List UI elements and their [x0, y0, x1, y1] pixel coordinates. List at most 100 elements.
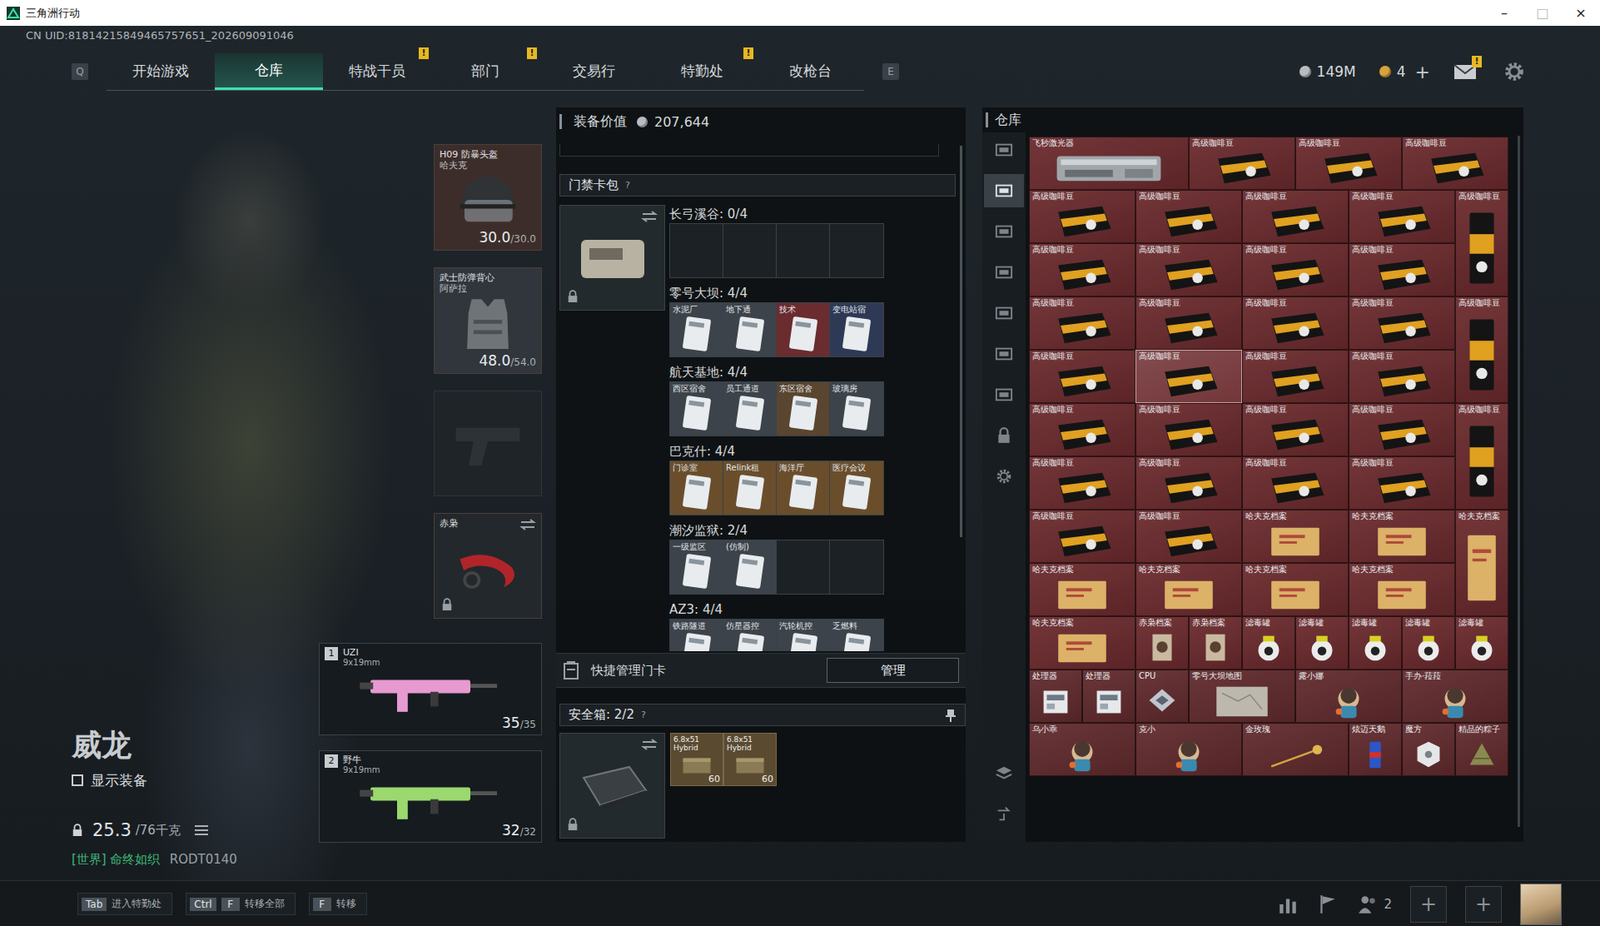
stash-item[interactable]: 处理器 [1082, 669, 1136, 723]
keycard-holder[interactable] [559, 204, 666, 311]
stash-item[interactable]: 高级咖啡豆 [1135, 296, 1243, 350]
stash-item[interactable]: 高级咖啡豆 [1455, 402, 1509, 510]
stash-item[interactable]: 哈夫克档案 [1348, 562, 1456, 617]
stats-chart-icon[interactable] [1277, 893, 1299, 915]
nav-tab[interactable]: 开始游戏 [106, 53, 215, 90]
stash-item[interactable]: 滤毒罐 [1242, 616, 1296, 670]
stash-item[interactable]: CPU [1135, 669, 1189, 723]
stash-tab[interactable] [983, 459, 1024, 493]
stash-item[interactable]: 高级咖啡豆 [1348, 402, 1456, 457]
nav-tab[interactable]: 改枪台 [755, 53, 865, 90]
keycard-slot[interactable]: 乏燃料 [829, 619, 884, 651]
stash-item[interactable]: 滤毒罐 [1401, 616, 1456, 670]
stash-item[interactable]: 精品的粽子 [1455, 722, 1509, 776]
stash-tab[interactable] [983, 255, 1024, 289]
stash-item[interactable]: 高级咖啡豆 [1348, 349, 1456, 403]
stash-item[interactable]: 零号大坝地图 [1188, 669, 1296, 723]
keycard-slot[interactable]: (仿制) [723, 540, 777, 594]
player-avatar[interactable] [1520, 883, 1562, 925]
settings-gear-icon[interactable] [1503, 60, 1526, 83]
stash-tab[interactable] [983, 377, 1024, 412]
keycard-slot[interactable]: 仿星器控 [723, 619, 777, 651]
mail-button[interactable]: ! [1453, 60, 1481, 83]
stash-item[interactable]: 高级咖啡豆 [1028, 456, 1136, 510]
keycard-slot[interactable]: 铁路隧道 [670, 619, 724, 651]
flag-icon[interactable] [1316, 893, 1339, 915]
stash-item[interactable]: 高级咖啡豆 [1242, 189, 1349, 244]
stash-tab[interactable] [983, 296, 1024, 330]
keycard-slot[interactable]: 海洋厅 [776, 461, 830, 515]
stash-item[interactable]: 高级咖啡豆 [1028, 189, 1136, 244]
weapon-slot[interactable]: 2野牛9x19mm32/32 [318, 750, 542, 843]
stash-item[interactable]: 处理器 [1028, 669, 1083, 723]
stash-item[interactable]: 乌小乖 [1028, 722, 1136, 776]
gear-slot[interactable] [433, 390, 542, 497]
stash-item[interactable]: 金玫瑰 [1242, 722, 1349, 776]
stash-item[interactable]: 高级咖啡豆 [1242, 243, 1349, 297]
keycard-slot[interactable] [723, 223, 777, 278]
squad-button[interactable]: 2 [1356, 893, 1392, 915]
key-hint[interactable]: F转移 [308, 892, 368, 915]
nav-tab[interactable]: !特勤处 [647, 53, 756, 90]
stash-item[interactable]: 哈夫克档案 [1028, 616, 1136, 670]
weapon-slot[interactable]: 1UZI9x19mm35/35 [318, 642, 542, 736]
key-hint[interactable]: CtrlF转移全部 [185, 892, 295, 915]
gear-slot[interactable]: H09 防暴头盔哈夫克30.0/30.0 [433, 144, 542, 251]
ammo-item[interactable]: 6.8x51 Hybrid60 [723, 732, 777, 786]
keycard-slot[interactable]: 医疗会议 [829, 461, 884, 515]
stash-item[interactable]: 高级咖啡豆 [1135, 189, 1243, 244]
stash-item[interactable]: 滤毒罐 [1295, 616, 1349, 670]
keycard-slot[interactable]: 西区宿舍 [670, 382, 724, 436]
stash-item[interactable]: 高级咖啡豆 [1348, 456, 1456, 510]
nav-tab[interactable]: 交易行 [539, 53, 648, 90]
keycard-scroll[interactable]: 门禁卡包?长弓溪谷: 0/4零号大坝: 4/4水泥厂地下通技术变电站宿航天基地:… [556, 135, 966, 651]
stash-item[interactable]: 高级咖啡豆 [1401, 136, 1509, 190]
swap-icon[interactable] [640, 738, 658, 751]
stash-item[interactable]: 高级咖啡豆 [1455, 296, 1509, 403]
keycard-slot[interactable] [776, 223, 830, 278]
stash-item[interactable]: 高级咖啡豆 [1135, 349, 1243, 403]
invite-slot-button[interactable]: + [1410, 885, 1447, 923]
keycard-slot[interactable] [670, 223, 724, 278]
stash-item[interactable]: 高级咖啡豆 [1242, 402, 1349, 457]
keycard-slot[interactable]: 一级监区 [670, 540, 724, 594]
stash-tool[interactable] [983, 755, 1024, 790]
window-control-button[interactable]: – [1485, 0, 1524, 26]
stash-item[interactable]: 哈夫克档案 [1242, 562, 1349, 617]
stash-item[interactable]: 高级咖啡豆 [1295, 136, 1402, 190]
gear-slot[interactable]: 赤枭 [433, 512, 542, 619]
stash-item[interactable]: 高级咖啡豆 [1242, 456, 1349, 510]
keycard-slot[interactable]: 汽轮机控 [776, 619, 830, 651]
stash-item[interactable]: 高级咖啡豆 [1348, 296, 1456, 350]
stash-item[interactable]: 飞秒激光器 [1028, 136, 1189, 190]
keycard-slot[interactable] [829, 223, 884, 278]
nav-tab[interactable]: !特战干员 [322, 53, 432, 90]
stash-tab[interactable] [983, 214, 1024, 249]
key-hint[interactable]: Tab进入特勤处 [77, 892, 173, 915]
stash-item[interactable]: 高级咖啡豆 [1348, 189, 1456, 244]
show-gear-checkbox[interactable]: 显示装备 [71, 770, 238, 791]
stash-item[interactable]: 哈夫克档案 [1455, 509, 1509, 617]
stash-item[interactable]: 哈夫克档案 [1348, 509, 1456, 563]
stash-item[interactable]: 高级咖啡豆 [1028, 402, 1136, 457]
stash-item[interactable]: 高级咖啡豆 [1135, 402, 1243, 457]
keycard-slot[interactable]: 门诊室 [670, 461, 724, 515]
nav-tab[interactable]: 仓库 [214, 53, 323, 90]
swap-icon[interactable] [640, 210, 658, 223]
stash-tab[interactable] [983, 133, 1024, 167]
add-currency-button[interactable]: + [1415, 61, 1431, 83]
invite-slot-button[interactable]: + [1465, 885, 1502, 923]
window-control-button[interactable]: × [1561, 0, 1600, 26]
safebox[interactable] [559, 732, 666, 839]
stash-item[interactable]: 高级咖啡豆 [1028, 243, 1136, 297]
stash-item[interactable]: 高级咖啡豆 [1135, 243, 1243, 297]
stash-item[interactable]: 哈夫克档案 [1135, 562, 1243, 617]
keycard-slot[interactable]: 地下通 [723, 303, 777, 357]
stash-item[interactable]: 高级咖啡豆 [1242, 296, 1349, 350]
keycard-slot[interactable]: 东区宿舍 [776, 382, 830, 436]
keycard-slot[interactable] [776, 540, 830, 594]
keycard-slot[interactable]: 水泥厂 [670, 303, 724, 357]
stash-item[interactable]: 哈夫克档案 [1242, 509, 1349, 563]
gear-slot[interactable]: 武士防弹背心阿萨拉48.0/54.0 [433, 267, 542, 374]
keycard-slot[interactable]: 玻璃房 [829, 382, 884, 436]
